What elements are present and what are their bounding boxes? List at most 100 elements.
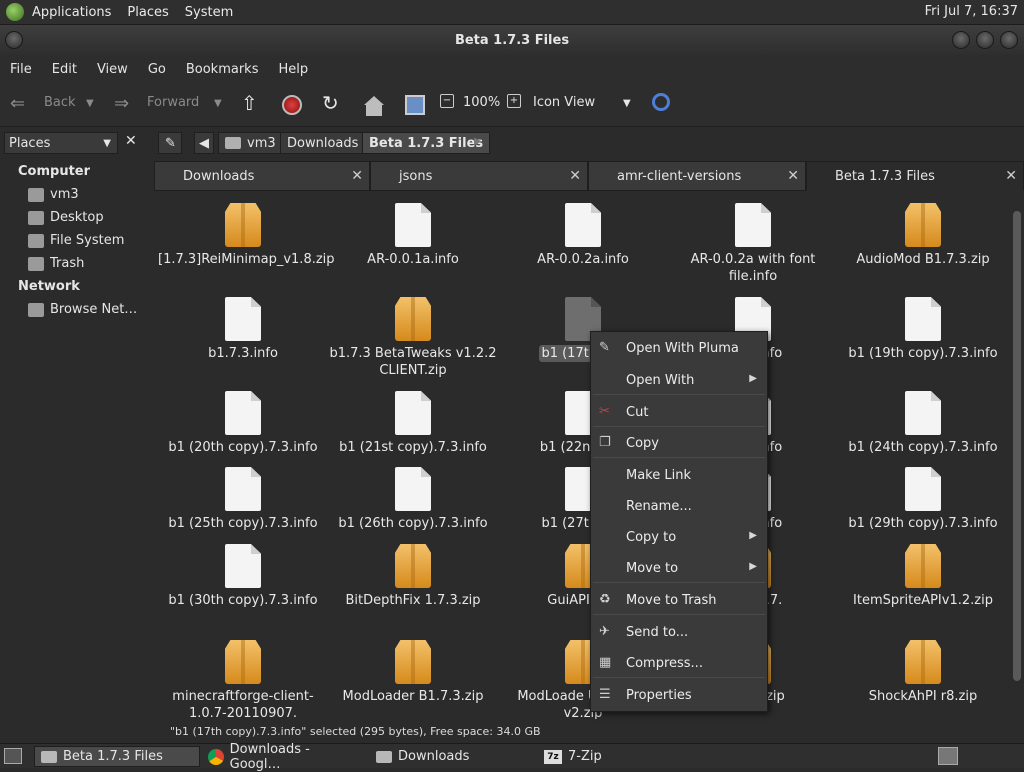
- view-mode-chevron-down-icon[interactable]: ▼: [623, 98, 631, 109]
- breadcrumb-forward-chevron-icon[interactable]: ▶: [474, 136, 482, 147]
- edit-location-icon[interactable]: ✎: [158, 132, 182, 154]
- maximize-button[interactable]: [976, 31, 994, 49]
- context-menu-item[interactable]: Copy to ▶: [591, 524, 767, 550]
- file-item[interactable]: b1 (30th copy).7.3.info: [158, 544, 328, 609]
- home-icon[interactable]: [364, 96, 384, 116]
- close-tab-icon[interactable]: ✕: [1005, 168, 1017, 184]
- show-desktop-icon[interactable]: [4, 748, 22, 764]
- breadcrumb-current[interactable]: Beta 1.7.3 Files: [362, 132, 491, 154]
- search-icon[interactable]: [652, 93, 670, 111]
- tab-downloads[interactable]: Downloads ✕: [154, 161, 370, 191]
- close-tab-icon[interactable]: ✕: [351, 168, 363, 184]
- up-arrow-icon[interactable]: ⇧: [241, 91, 258, 115]
- file-item[interactable]: b1 (21st copy).7.3.info: [328, 391, 498, 456]
- file-item[interactable]: b1 (24th copy).7.3.info: [838, 391, 1008, 456]
- context-menu: ✎ Open With Pluma Open With ▶ ✂ Cut ❐ Copy Make …: [590, 331, 768, 712]
- computer-icon[interactable]: [405, 95, 425, 115]
- sidebar-item-browse-network[interactable]: Browse Net…: [28, 302, 137, 317]
- sidebar-section-computer: Computer: [18, 164, 91, 179]
- context-menu-item[interactable]: ✎ Open With Pluma: [591, 335, 767, 361]
- sidebar-item-desktop[interactable]: Desktop: [28, 210, 104, 225]
- taskbar-item-downloads[interactable]: Downloads: [370, 746, 536, 767]
- archive-icon: [395, 544, 431, 588]
- taskbar-item-beta-files[interactable]: Beta 1.7.3 Files: [34, 746, 200, 767]
- breadcrumb-downloads[interactable]: Downloads: [280, 132, 366, 154]
- menu-view[interactable]: View: [87, 62, 138, 77]
- file-item[interactable]: ModLoader B1.7.3.zip: [328, 640, 498, 705]
- file-item[interactable]: minecraftforge-client-1.0.7-20110907.: [158, 640, 328, 719]
- file-icon-view[interactable]: [1.7.3]ReiMinimap_v1.8.zip AR-0.0.1a.info…: [154, 191, 1010, 719]
- context-menu-item[interactable]: Make Link: [591, 462, 767, 488]
- taskbar-item-7zip[interactable]: 7z 7-Zip: [538, 746, 704, 767]
- close-sidebar-icon[interactable]: ✕: [125, 133, 137, 149]
- file-name: BitDepthFix 1.7.3.zip: [345, 593, 481, 608]
- context-menu-item[interactable]: Open With ▶: [591, 367, 767, 393]
- workspace-switcher[interactable]: [938, 747, 958, 765]
- file-item[interactable]: b1 (19th copy).7.3.info: [838, 297, 1008, 362]
- places-menu[interactable]: Places: [119, 5, 176, 20]
- file-item[interactable]: b1.7.3.info: [158, 297, 328, 362]
- zoom-in-icon[interactable]: +: [507, 94, 521, 108]
- view-mode-select[interactable]: Icon View: [533, 95, 595, 110]
- back-button[interactable]: Back: [44, 95, 76, 110]
- forward-button[interactable]: Forward: [147, 95, 199, 110]
- file-item[interactable]: [1.7.3]ReiMinimap_v1.8.zip: [158, 203, 335, 268]
- tab-beta-files[interactable]: Beta 1.7.3 Files ✕: [806, 161, 1024, 191]
- file-item[interactable]: AR-0.0.2a.info: [498, 203, 668, 268]
- stop-icon[interactable]: [282, 95, 302, 115]
- context-menu-item[interactable]: Move to ▶: [591, 555, 767, 581]
- applications-menu[interactable]: Applications: [24, 5, 119, 20]
- close-button[interactable]: [1000, 31, 1018, 49]
- context-menu-item[interactable]: ✂ Cut: [591, 399, 767, 425]
- context-menu-item-label: Move to: [626, 560, 679, 576]
- sidebar-item-filesystem[interactable]: File System: [28, 233, 124, 248]
- close-tab-icon[interactable]: ✕: [569, 168, 581, 184]
- clock[interactable]: Fri Jul 7, 16:37: [925, 4, 1018, 19]
- context-menu-item[interactable]: ✈ Send to...: [591, 619, 767, 645]
- context-menu-item[interactable]: ♻ Move to Trash: [591, 587, 767, 613]
- file-item[interactable]: b1.7.3 BetaTweaks v1.2.2 CLIENT.zip: [328, 297, 498, 379]
- file-item[interactable]: BitDepthFix 1.7.3.zip: [328, 544, 498, 609]
- context-menu-item[interactable]: ❐ Copy: [591, 430, 767, 456]
- breadcrumb-back-chevron-icon[interactable]: ◀: [194, 132, 214, 154]
- sidebar-item-vm3[interactable]: vm3: [28, 187, 79, 202]
- taskbar-item-label: Beta 1.7.3 Files: [63, 749, 163, 764]
- document-icon: [905, 297, 941, 341]
- menu-bookmarks[interactable]: Bookmarks: [176, 62, 269, 77]
- menu-file[interactable]: File: [0, 62, 42, 77]
- scrollbar-thumb[interactable]: [1013, 211, 1021, 681]
- file-item[interactable]: b1 (20th copy).7.3.info: [158, 391, 328, 456]
- breadcrumb-vm3[interactable]: vm3: [218, 132, 283, 154]
- file-item[interactable]: b1 (26th copy).7.3.info: [328, 467, 498, 532]
- back-history-chevron-icon[interactable]: ▼: [86, 98, 94, 109]
- vertical-scrollbar[interactable]: [1010, 191, 1024, 719]
- window-menu-button[interactable]: [5, 31, 23, 49]
- tab-amr-client-versions[interactable]: amr-client-versions ✕: [588, 161, 806, 191]
- context-menu-item[interactable]: Rename...: [591, 493, 767, 519]
- file-item[interactable]: AudioMod B1.7.3.zip: [838, 203, 1008, 268]
- context-menu-item[interactable]: ▦ Compress...: [591, 650, 767, 676]
- system-menu[interactable]: System: [177, 5, 241, 20]
- sidebar-selector[interactable]: Places ▼: [4, 132, 118, 154]
- taskbar-item-chrome-downloads[interactable]: Downloads - Googl…: [202, 742, 368, 772]
- forward-history-chevron-icon[interactable]: ▼: [214, 98, 222, 109]
- file-name: b1 (19th copy).7.3.info: [848, 346, 998, 361]
- reload-icon[interactable]: ↻: [322, 91, 339, 115]
- file-item[interactable]: AR-0.0.1a.info: [328, 203, 498, 268]
- file-item[interactable]: ItemSpriteAPIv1.2.zip: [838, 544, 1008, 609]
- window-titlebar[interactable]: Beta 1.7.3 Files: [0, 25, 1024, 55]
- menu-go[interactable]: Go: [138, 62, 176, 77]
- menu-edit[interactable]: Edit: [42, 62, 87, 77]
- minimize-button[interactable]: [952, 31, 970, 49]
- file-item[interactable]: AR-0.0.2a with font file.info: [668, 203, 838, 285]
- close-tab-icon[interactable]: ✕: [787, 168, 799, 184]
- distro-logo-icon[interactable]: [6, 3, 24, 21]
- context-menu-item[interactable]: ☰ Properties: [591, 682, 767, 708]
- zoom-out-icon[interactable]: −: [440, 94, 454, 108]
- file-item[interactable]: ShockAhPI r8.zip: [838, 640, 1008, 705]
- sidebar-item-trash[interactable]: Trash: [28, 256, 84, 271]
- tab-jsons[interactable]: jsons ✕: [370, 161, 588, 191]
- file-item[interactable]: b1 (25th copy).7.3.info: [158, 467, 328, 532]
- file-item[interactable]: b1 (29th copy).7.3.info: [838, 467, 1008, 532]
- menu-help[interactable]: Help: [268, 62, 318, 77]
